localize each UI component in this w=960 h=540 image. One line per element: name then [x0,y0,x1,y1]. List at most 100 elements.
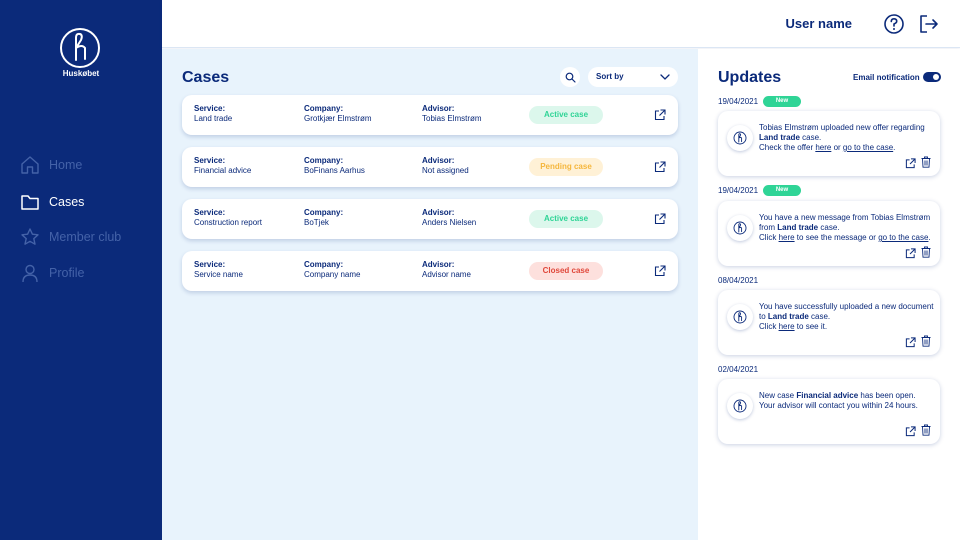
company-value: BoFinans Aarhus [304,166,365,175]
update-date: 02/04/2021 [718,365,759,374]
advisor-label: Advisor: [422,260,455,269]
company-label: Company: [304,156,344,165]
email-notification-toggle[interactable] [923,72,941,82]
sidebar-item-label: Cases [49,195,85,209]
star-icon [21,228,39,245]
trash-icon[interactable] [921,246,931,258]
here-link[interactable]: here [779,322,795,331]
company-label: Company: [304,104,344,113]
status-badge: Active case [529,210,603,228]
message-text: case. [799,133,822,142]
service-value: Financial advice [194,166,252,175]
advisor-cell: Advisor: Not assigned [422,156,469,176]
logout-icon[interactable] [918,13,940,35]
update-card: You have a new message from Tobias Elmst… [718,201,940,266]
message-text: case. [818,223,840,232]
sidebar-item-member-club[interactable]: Member club [20,225,121,249]
email-notification-label: Email notification [853,73,920,82]
open-external-icon[interactable] [905,426,916,437]
service-cell: Service: Financial advice [194,156,251,176]
update-date: 08/04/2021 [718,276,759,285]
folder-icon [21,195,39,210]
message-text: Your advisor will contact you within 24 … [759,401,918,410]
brand-name: Huskøbet [62,69,100,78]
update-message: You have successfully uploaded a new doc… [759,302,935,332]
huskobet-logo-icon [733,131,747,145]
advisor-label: Advisor: [422,104,455,113]
update-message: Tobias Elmstrøm uploaded new offer regar… [759,123,935,153]
message-text: Click [759,233,779,242]
message-text: Click [759,322,779,331]
user-name[interactable]: User name [786,16,852,31]
top-header: User name [162,0,960,48]
update-card: You have successfully uploaded a new doc… [718,290,940,355]
company-avatar [727,125,753,151]
cases-panel: Cases Sort by Service: Land trade Company… [162,49,698,540]
update-card: New case Financial advice has been open.… [718,379,940,444]
message-text: Check the offer [759,143,816,152]
open-external-icon[interactable] [905,158,916,169]
status-badge: Pending case [529,158,603,176]
search-icon [565,72,576,83]
new-badge: New [763,96,801,107]
home-icon [21,156,39,174]
case-name: Land trade [777,223,819,232]
service-label: Service: [194,260,226,269]
help-icon[interactable] [883,13,905,35]
advisor-label: Advisor: [422,208,455,217]
company-cell: Company: BoFinans Aarhus [304,156,365,176]
message-text: has been open. [858,391,916,400]
case-name: Land trade [767,312,809,321]
case-row[interactable]: Service: Service name Company: Company nam… [182,251,678,291]
trash-icon[interactable] [921,424,931,436]
new-badge: New [763,185,801,196]
case-name: Land trade [759,133,800,142]
company-avatar [727,304,753,330]
company-label: Company: [304,208,344,217]
trash-icon[interactable] [921,335,931,347]
sidebar-item-profile[interactable]: Profile [20,261,84,285]
advisor-cell: Advisor: Advisor name [422,260,471,280]
open-external-icon[interactable] [654,161,666,173]
company-cell: Company: Company name [304,260,360,280]
sort-by-label: Sort by [596,72,624,81]
sidebar-item-label: Home [49,158,83,172]
updates-panel: Updates Email notification 19/04/2021 Ne… [698,49,960,540]
huskobet-logo-icon[interactable] [58,26,102,70]
open-external-icon[interactable] [654,109,666,121]
go-to-case-link[interactable]: go to the case [843,143,893,152]
sort-by-dropdown[interactable]: Sort by [588,67,678,87]
go-to-case-link[interactable]: go to the case [878,233,928,242]
company-avatar [727,393,753,419]
case-row[interactable]: Service: Land trade Company: Grotkjær Elms… [182,95,678,135]
service-value: Service name [194,270,243,279]
service-cell: Service: Service name [194,260,243,280]
company-cell: Company: BoTjek [304,208,343,228]
advisor-cell: Advisor: Anders Nielsen [422,208,476,228]
sidebar-item-home[interactable]: Home [20,153,82,177]
company-label: Company: [304,260,344,269]
service-label: Service: [194,208,226,217]
trash-icon[interactable] [921,156,931,168]
case-row[interactable]: Service: Construction report Company: BoTj… [182,199,678,239]
sidebar-item-cases[interactable]: Cases [20,190,84,214]
huskobet-logo-icon [733,310,747,324]
update-message: You have a new message from Tobias Elmst… [759,213,935,243]
open-external-icon[interactable] [905,248,916,259]
message-text: to see the message or [794,233,879,242]
message-text: or [831,143,843,152]
open-external-icon[interactable] [654,213,666,225]
update-message: New case Financial advice has been open.… [759,391,935,411]
here-link[interactable]: here [779,233,795,242]
message-text: Tobias Elmstrøm uploaded new offer regar… [759,123,925,132]
service-cell: Service: Land trade [194,104,232,124]
open-external-icon[interactable] [654,265,666,277]
company-cell: Company: Grotkjær Elmstrøm [304,104,372,124]
case-row[interactable]: Service: Financial advice Company: BoFinan… [182,147,678,187]
service-cell: Service: Construction report [194,208,262,228]
open-external-icon[interactable] [905,337,916,348]
search-button[interactable] [560,67,580,87]
here-link[interactable]: here [815,143,831,152]
company-avatar [727,215,753,241]
company-value: BoTjek [304,218,329,227]
